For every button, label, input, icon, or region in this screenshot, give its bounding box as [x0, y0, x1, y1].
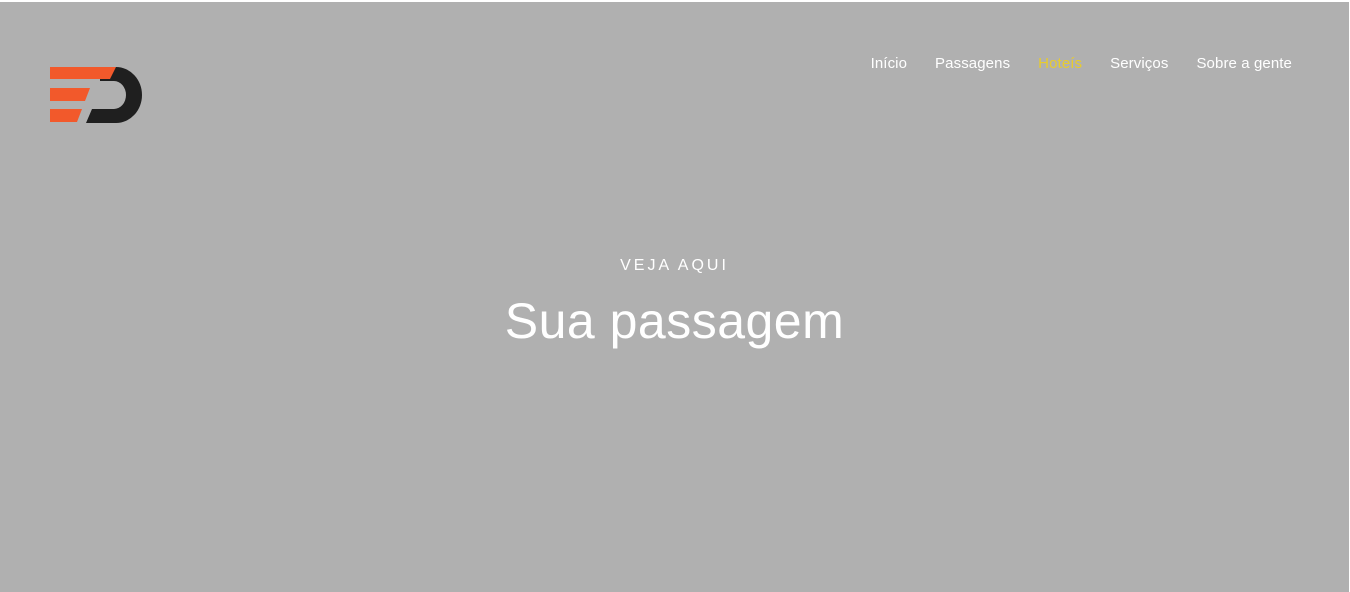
nav-link-passagens[interactable]: Passagens — [935, 55, 1010, 72]
nav-link-hoteis[interactable]: Hoteís — [1038, 55, 1082, 72]
nav-link-sobre[interactable]: Sobre a gente — [1196, 55, 1292, 72]
hero-kicker: VEJA AQUI — [620, 257, 729, 274]
ed-logo-icon — [50, 67, 142, 123]
site-logo[interactable] — [48, 64, 144, 126]
hero-headline: Sua passagem — [504, 293, 845, 349]
nav-link-servicos[interactable]: Serviços — [1110, 55, 1168, 72]
hero-section: Início Passagens Hoteís Serviços Sobre a… — [0, 2, 1349, 592]
nav-link-inicio[interactable]: Início — [871, 55, 907, 72]
main-nav: Início Passagens Hoteís Serviços Sobre a… — [843, 55, 1292, 72]
